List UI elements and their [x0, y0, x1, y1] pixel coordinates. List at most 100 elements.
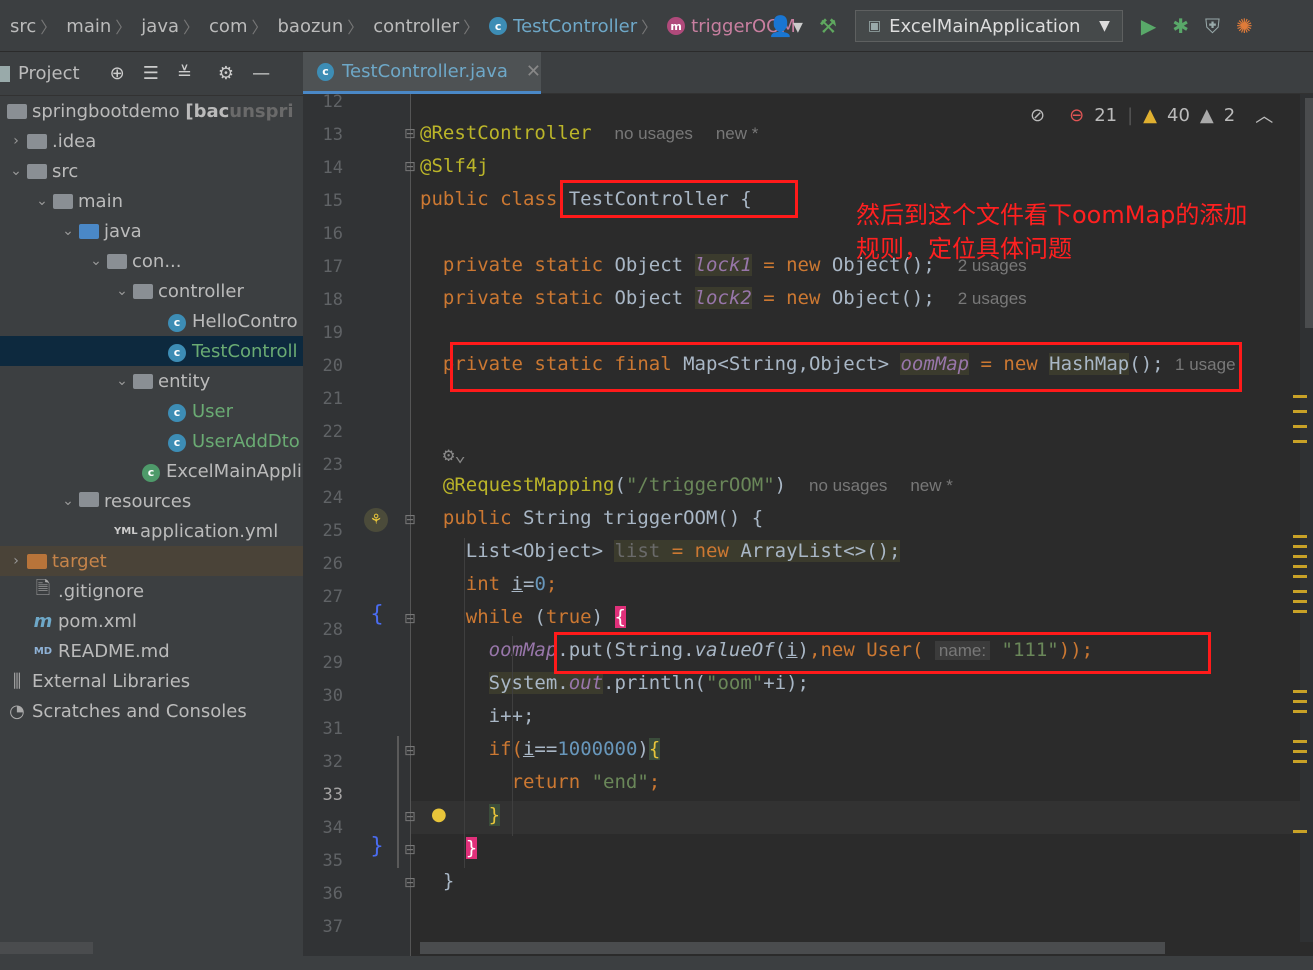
warning-stripe-mark[interactable]: [1293, 555, 1307, 558]
line-number[interactable]: 20: [303, 356, 343, 376]
tree-item-com[interactable]: ⌄ con...: [0, 246, 303, 276]
warning-stripe-mark[interactable]: [1293, 830, 1307, 833]
warning-stripe-mark[interactable]: [1293, 425, 1307, 428]
code-line-31[interactable]: if(i==1000000){: [420, 738, 661, 760]
warning-stripe-mark[interactable]: [1293, 740, 1307, 743]
code-line-35[interactable]: }: [420, 870, 454, 892]
code-line-34[interactable]: }: [420, 837, 478, 859]
line-number[interactable]: 15: [303, 191, 343, 211]
line-number[interactable]: 12: [303, 92, 343, 112]
warning-stripe-mark[interactable]: [1293, 575, 1307, 578]
fold-icon[interactable]: ⊟: [404, 842, 416, 858]
line-number[interactable]: 32: [303, 752, 343, 772]
line-number[interactable]: 25: [303, 521, 343, 541]
line-number[interactable]: 21: [303, 389, 343, 409]
chevron-down-icon[interactable]: ⌄: [58, 223, 78, 239]
code-line-29[interactable]: System.out.println("oom"+i);: [420, 672, 809, 694]
code-line-26[interactable]: int i=0;: [420, 573, 558, 595]
debug-icon[interactable]: ✱: [1172, 14, 1189, 38]
breadcrumb-item[interactable]: src: [0, 16, 40, 37]
chevron-down-icon[interactable]: ⌄: [58, 493, 78, 509]
line-number[interactable]: 24: [303, 488, 343, 508]
tree-item-gitignore[interactable]: 🗎 .gitignore: [0, 576, 303, 606]
collapse-all-icon[interactable]: ≚: [177, 63, 192, 84]
coverage-icon[interactable]: ⛨: [1205, 14, 1220, 38]
chevron-down-icon[interactable]: ⌄: [112, 373, 132, 389]
line-number[interactable]: 26: [303, 554, 343, 574]
tree-item-application-yml[interactable]: YML application.yml: [0, 516, 303, 546]
tree-item-scratches[interactable]: ◔ Scratches and Consoles: [0, 696, 303, 726]
tree-item-testcontroller[interactable]: c TestControll: [0, 336, 303, 366]
chevron-down-icon[interactable]: ⌄: [112, 283, 132, 299]
tree-item-excelmainapplication[interactable]: c ExcelMainAppli: [0, 456, 303, 486]
warning-stripe-mark[interactable]: [1293, 590, 1307, 593]
code-line-32[interactable]: return "end";: [420, 771, 661, 793]
breadcrumb-item[interactable]: main: [56, 16, 115, 37]
tree-item-target[interactable]: › target: [0, 546, 303, 576]
warning-stripe-mark[interactable]: [1293, 600, 1307, 603]
tree-item-user[interactable]: c User: [0, 396, 303, 426]
tree-item-springbootdemo[interactable]: springbootdemo [bac unspri: [0, 96, 303, 126]
fold-icon[interactable]: ⊟: [404, 159, 416, 175]
code-line-33[interactable]: }: [420, 804, 501, 826]
breadcrumb-item[interactable]: java: [131, 16, 183, 37]
line-number[interactable]: 36: [303, 884, 343, 904]
code-line-13[interactable]: @RestController no usages new *: [420, 122, 758, 144]
line-number[interactable]: 31: [303, 719, 343, 739]
tree-item-useradddto[interactable]: c UserAddDto: [0, 426, 303, 456]
reader-mode-icon[interactable]: ⊘: [1030, 105, 1045, 126]
breadcrumb-class[interactable]: c TestController: [479, 16, 641, 37]
tree-item-controller[interactable]: ⌄ controller: [0, 276, 303, 306]
tree-item-resources[interactable]: ⌄ resources: [0, 486, 303, 516]
tree-item-entity[interactable]: ⌄ entity: [0, 366, 303, 396]
code-line-23[interactable]: @RequestMapping("/triggerOOM") no usages…: [420, 474, 953, 496]
warning-stripe-mark[interactable]: [1293, 700, 1307, 703]
fold-icon[interactable]: ⊟: [404, 126, 416, 142]
chevron-down-icon[interactable]: ⌄: [86, 253, 106, 269]
endpoint-icon[interactable]: ⚘: [364, 508, 388, 532]
hide-icon[interactable]: —: [252, 63, 270, 84]
line-number[interactable]: 18: [303, 290, 343, 310]
run-icon[interactable]: ▶: [1141, 14, 1156, 38]
line-number[interactable]: 17: [303, 257, 343, 277]
warning-stripe-mark[interactable]: [1293, 610, 1307, 613]
chevron-down-icon[interactable]: ⌄: [32, 193, 52, 209]
line-number[interactable]: 29: [303, 653, 343, 673]
warning-stripe-mark[interactable]: [1293, 760, 1307, 763]
breadcrumb-item[interactable]: com: [199, 16, 251, 37]
project-panel-title[interactable]: Project: [18, 63, 80, 84]
user-icon[interactable]: 👤▾: [768, 14, 803, 38]
warning-stripe-mark[interactable]: [1293, 565, 1307, 568]
line-number[interactable]: 13: [303, 125, 343, 145]
tree-item-main[interactable]: ⌄ main: [0, 186, 303, 216]
expand-all-icon[interactable]: ☰: [143, 63, 159, 84]
warning-stripe-mark[interactable]: [1293, 690, 1307, 693]
fold-icon[interactable]: ⊟: [404, 512, 416, 528]
fold-icon[interactable]: ⊟: [404, 743, 416, 759]
close-icon[interactable]: ✕: [526, 61, 541, 82]
tab-testcontroller-java[interactable]: c TestController.java ✕: [303, 52, 541, 94]
code-line-25[interactable]: List<Object> list = new ArrayList<>();: [420, 540, 901, 562]
vertical-scrollbar-thumb[interactable]: [1305, 98, 1313, 328]
chevron-right-icon[interactable]: ›: [6, 133, 26, 149]
line-number[interactable]: 19: [303, 323, 343, 343]
warning-stripe-mark[interactable]: [1293, 410, 1307, 413]
chevron-down-icon[interactable]: ⌄: [6, 163, 26, 179]
line-number[interactable]: 37: [303, 917, 343, 937]
line-number[interactable]: 27: [303, 587, 343, 607]
line-number[interactable]: 30: [303, 686, 343, 706]
line-number[interactable]: 28: [303, 620, 343, 640]
warning-stripe-mark[interactable]: [1293, 545, 1307, 548]
warning-stripe-mark[interactable]: [1293, 710, 1307, 713]
build-hammer-icon[interactable]: ⚒: [819, 14, 837, 38]
line-number[interactable]: 23: [303, 455, 343, 475]
code-line-30[interactable]: i++;: [420, 705, 535, 727]
line-number[interactable]: 33: [303, 785, 343, 805]
endpoints-icon[interactable]: ⚙⌄: [443, 444, 466, 466]
code-line-24[interactable]: public String triggerOOM() {: [420, 507, 763, 529]
fold-icon[interactable]: ⊟: [404, 611, 416, 627]
fold-icon[interactable]: ⊟: [404, 875, 416, 891]
tree-item-external-libraries[interactable]: ⫼ External Libraries: [0, 666, 303, 696]
locate-icon[interactable]: ⊕: [110, 63, 125, 84]
warning-stripe-mark[interactable]: [1293, 440, 1307, 443]
